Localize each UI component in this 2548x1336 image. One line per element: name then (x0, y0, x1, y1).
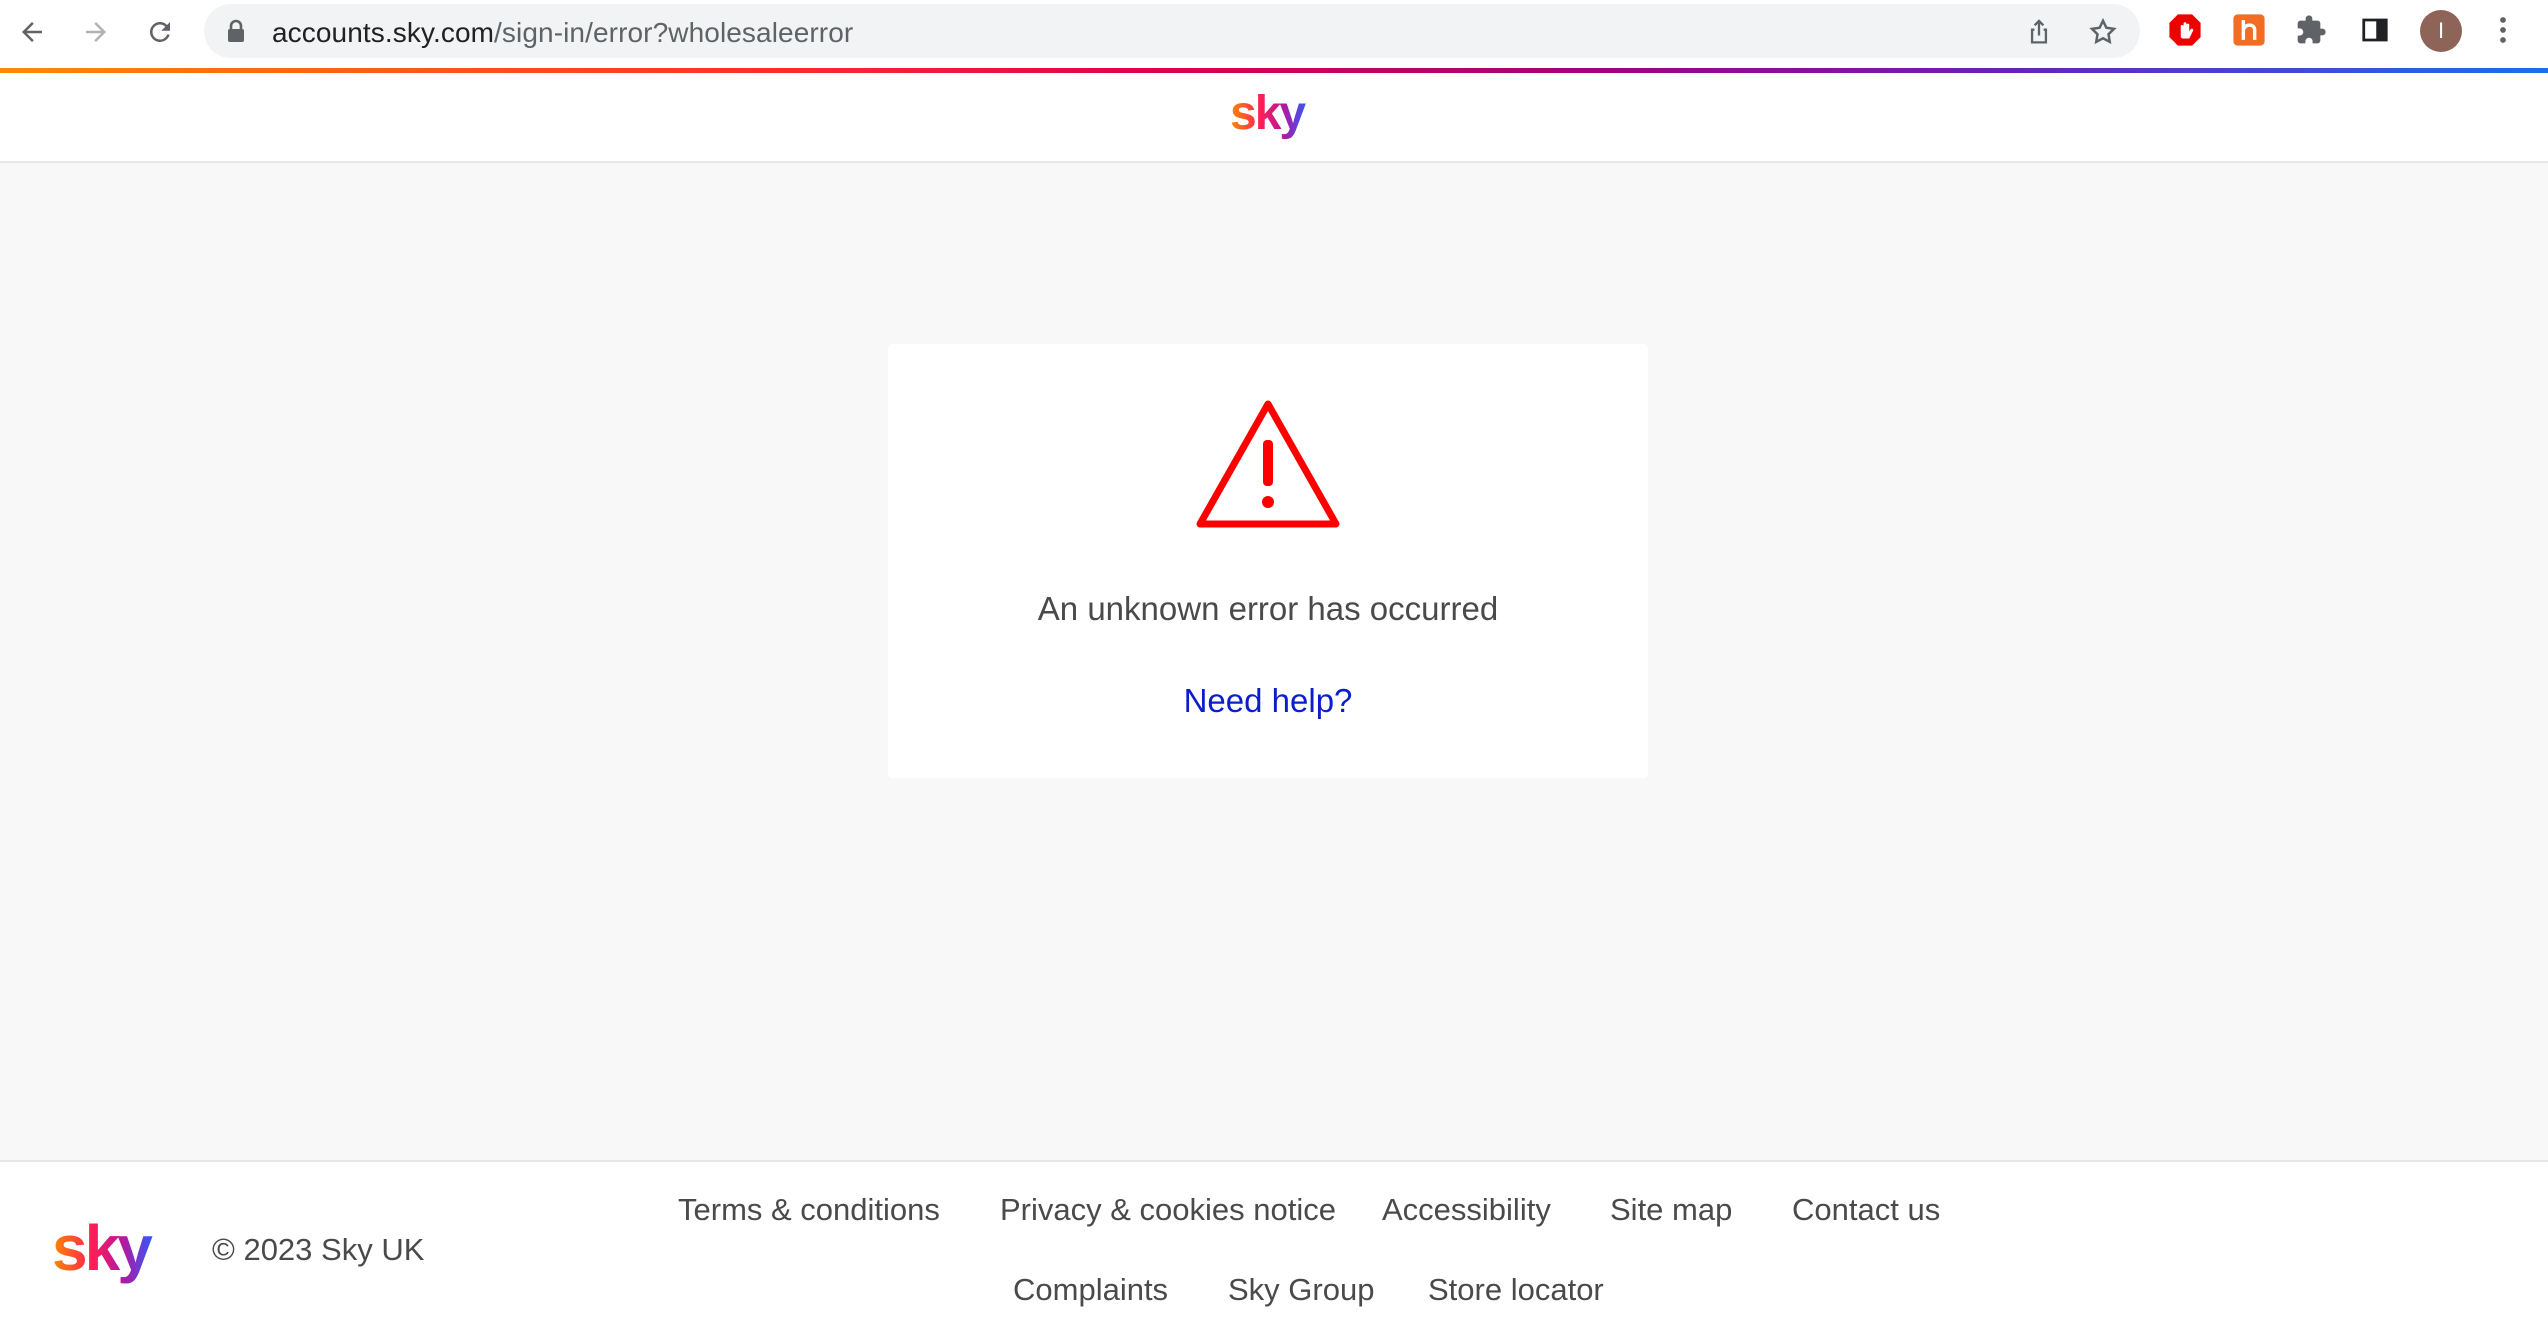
forward-button[interactable] (74, 10, 118, 54)
adblock-extension-button[interactable] (2168, 13, 2202, 47)
warning-triangle-icon (1196, 400, 1340, 528)
footer-link-terms[interactable]: Terms & conditions (678, 1192, 940, 1228)
footer-link-sky-group[interactable]: Sky Group (1228, 1272, 1374, 1308)
address-bar[interactable]: accounts.sky.com/sign-in/error?wholesale… (204, 4, 2140, 58)
site-footer: sky © 2023 Sky UK Terms & conditions Pri… (0, 1160, 2548, 1336)
footer-link-accessibility[interactable]: Accessibility (1382, 1192, 1551, 1228)
error-card: An unknown error has occurred Need help? (888, 344, 1648, 778)
site-header: sky (0, 73, 2548, 163)
footer-link-store-locator[interactable]: Store locator (1428, 1272, 1604, 1308)
lock-icon (228, 19, 244, 42)
footer-link-site-map[interactable]: Site map (1610, 1192, 1732, 1228)
reload-icon (150, 21, 170, 42)
url-text: accounts.sky.com/sign-in/error?wholesale… (272, 17, 854, 48)
svg-text:sky: sky (1230, 91, 1306, 140)
profile-avatar[interactable]: I (2420, 10, 2462, 52)
footer-link-complaints[interactable]: Complaints (1013, 1272, 1168, 1308)
footer-link-privacy[interactable]: Privacy & cookies notice (1000, 1192, 1336, 1228)
sky-footer-logo-icon[interactable]: sky (50, 1214, 162, 1288)
svg-text:sky: sky (52, 1214, 153, 1284)
back-arrow-icon (22, 22, 42, 42)
star-icon (2089, 17, 2117, 45)
back-button[interactable] (10, 10, 54, 54)
side-panel-button[interactable] (2358, 13, 2392, 47)
browser-toolbar: accounts.sky.com/sign-in/error?wholesale… (0, 0, 2548, 68)
forward-arrow-icon (86, 22, 106, 42)
reload-button[interactable] (138, 10, 182, 54)
need-help-link[interactable]: Need help? (888, 682, 1648, 720)
kebab-menu-icon (2500, 17, 2506, 43)
footer-link-contact-us[interactable]: Contact us (1792, 1192, 1940, 1228)
adblock-extension-icon (2169, 14, 2201, 46)
puzzle-extensions-icon (2297, 15, 2326, 44)
extensions-button[interactable] (2294, 13, 2328, 47)
sky-logo-icon[interactable]: sky (1228, 91, 1320, 143)
honey-extension-button[interactable] (2232, 13, 2266, 47)
error-message: An unknown error has occurred (1037, 590, 1499, 627)
browser-menu-button[interactable] (2486, 13, 2520, 47)
share-button[interactable] (2020, 13, 2058, 51)
side-panel-icon (2362, 18, 2388, 42)
share-icon (2030, 19, 2048, 44)
copyright-text: © 2023 Sky UK (212, 1232, 425, 1267)
honey-extension-icon (2233, 14, 2265, 46)
bookmark-button[interactable] (2084, 13, 2122, 51)
